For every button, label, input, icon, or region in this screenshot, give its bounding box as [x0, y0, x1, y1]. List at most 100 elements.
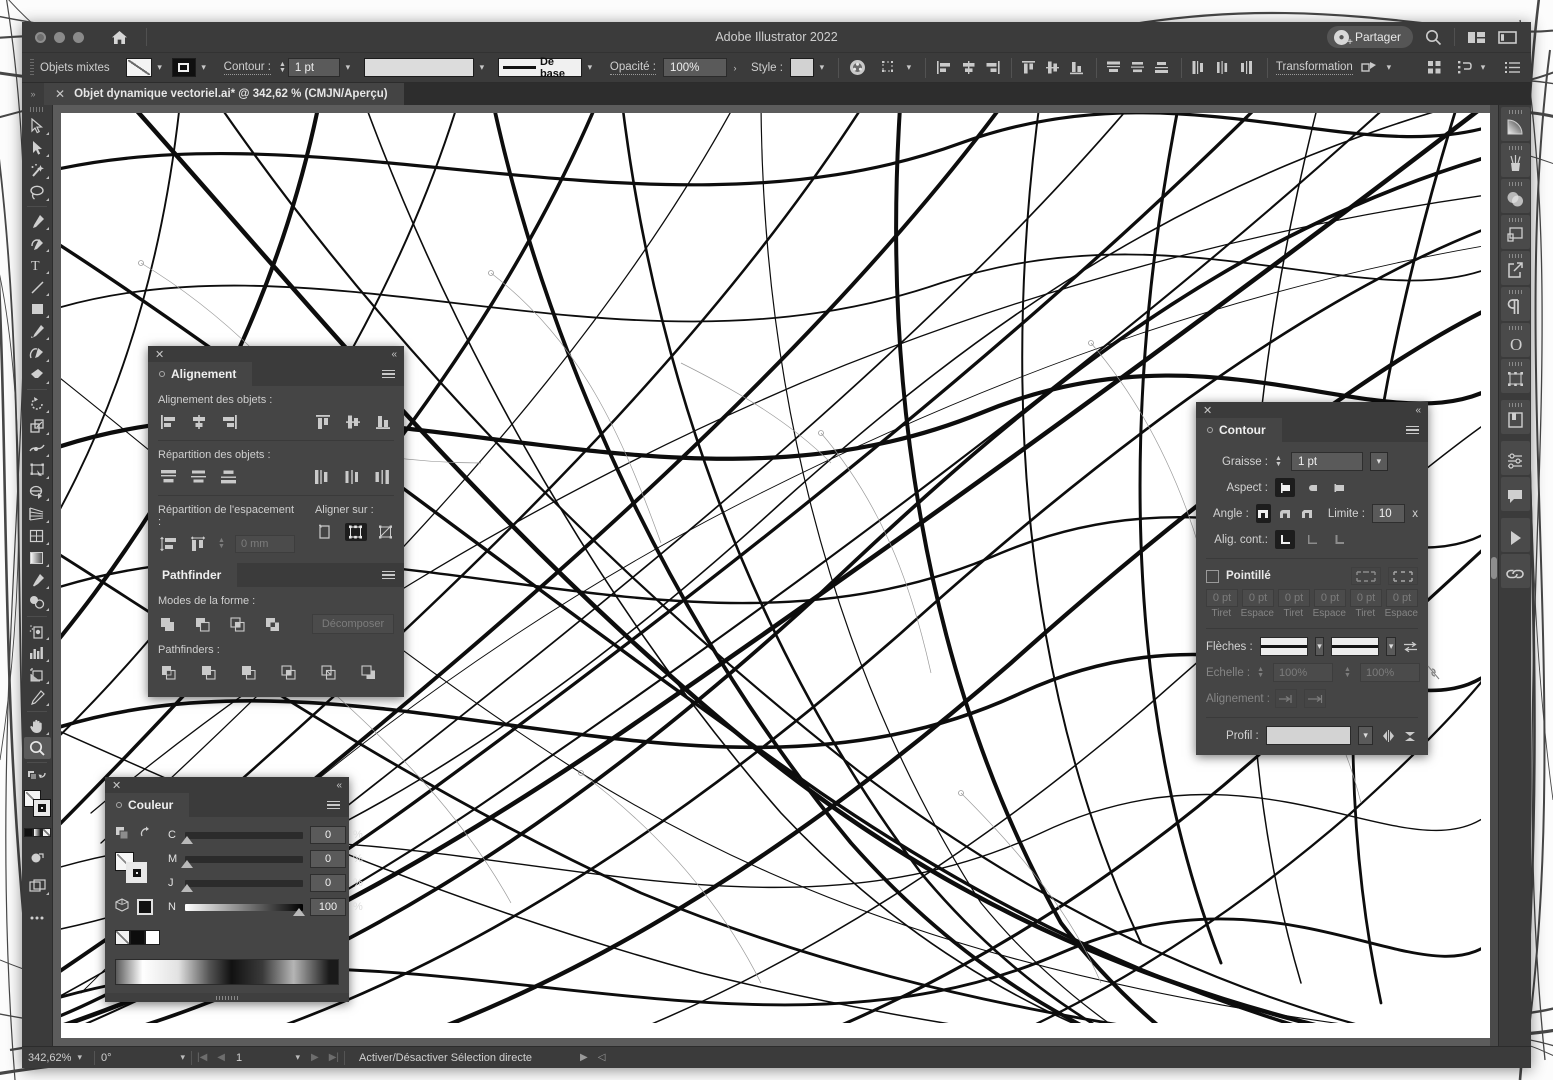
align-vertical-center-icon[interactable] — [1043, 57, 1065, 79]
close-icon[interactable]: ✕ — [112, 779, 121, 792]
slider-knob-n[interactable] — [293, 907, 305, 916]
profile-chevron-down-icon[interactable]: ▾ — [1357, 726, 1374, 745]
align-to-artboard-icon[interactable] — [375, 523, 397, 541]
trim-icon[interactable] — [198, 663, 220, 681]
slider-track-m[interactable] — [181, 855, 303, 868]
graphic-style-swatch[interactable] — [789, 58, 814, 77]
arrow-end-swatch[interactable] — [1331, 637, 1380, 656]
intersect-icon[interactable] — [228, 615, 249, 633]
value-c[interactable]: 0 — [310, 826, 346, 844]
dash-adjust-icon[interactable] — [1388, 567, 1418, 585]
arrange-objects-icon[interactable] — [1453, 57, 1475, 79]
home-icon[interactable] — [106, 26, 132, 48]
crop-icon[interactable] — [278, 663, 300, 681]
value-m[interactable]: 0 — [310, 850, 346, 868]
dash-field-5[interactable]: 0 pt — [1350, 589, 1382, 607]
scale-tool[interactable] — [24, 415, 51, 437]
scale-end-field[interactable]: 100% — [1359, 663, 1420, 682]
limit-field[interactable]: 10 — [1371, 504, 1406, 523]
tab-bar-expand-icon[interactable]: » — [22, 83, 44, 105]
scale-end-stepper[interactable]: ▲ ▼ — [1344, 666, 1351, 679]
arrow-start-swatch[interactable] — [1259, 637, 1308, 656]
transparency-panel-icon[interactable] — [1500, 179, 1530, 213]
properties-panel-icon[interactable] — [1500, 441, 1530, 475]
minus-front-icon[interactable] — [193, 615, 214, 633]
align-stroke-center-icon[interactable] — [1275, 530, 1295, 549]
slider-knob-m[interactable] — [181, 859, 193, 868]
slider-n[interactable]: N 100 % — [168, 898, 363, 916]
transform-chevron-down-icon[interactable]: ▾ — [1381, 58, 1397, 77]
close-icon[interactable]: ✕ — [1203, 404, 1212, 417]
color-swatch[interactable] — [23, 828, 33, 837]
merge-icon[interactable] — [238, 663, 260, 681]
expand-button[interactable]: Décomposer — [312, 614, 394, 634]
dash-field-6[interactable]: 0 pt — [1386, 589, 1418, 607]
rotation-field[interactable]: 0° ▾ — [95, 1047, 191, 1069]
collapse-icon[interactable]: « — [336, 780, 342, 791]
search-icon[interactable] — [1425, 29, 1442, 46]
weight-field[interactable]: 1 pt — [1290, 452, 1363, 471]
control-bar-grip[interactable] — [30, 58, 34, 77]
collapse-icon[interactable]: « — [391, 349, 397, 360]
panel-resize-grip[interactable] — [105, 993, 349, 1002]
tab-contour[interactable]: Contour — [1196, 418, 1282, 442]
opacity-field[interactable]: 100% — [662, 58, 727, 77]
distribute-bottom-icon[interactable] — [1152, 57, 1174, 79]
artboard-chevron-down-icon[interactable]: ▾ — [295, 1052, 300, 1063]
brushes-panel-icon[interactable] — [1500, 143, 1530, 177]
recolor-artwork-icon[interactable] — [847, 57, 869, 79]
pen-tool[interactable] — [24, 210, 51, 232]
link-scales-icon[interactable] — [1427, 664, 1440, 682]
dash-field-2[interactable]: 0 pt — [1242, 589, 1274, 607]
distribute-left-icon[interactable] — [1189, 57, 1211, 79]
vertical-scrollbar[interactable] — [1490, 105, 1498, 1046]
workspace-switcher-icon[interactable] — [1498, 30, 1517, 45]
spacing-stepper[interactable]: ▲ ▼ — [218, 537, 225, 550]
round-join-icon[interactable] — [1278, 504, 1293, 523]
screen-mode-icon[interactable] — [24, 875, 51, 897]
extend-arrow-beyond-end-icon[interactable] — [1275, 689, 1297, 708]
opacity-label[interactable]: Opacité : — [609, 61, 656, 75]
align-bottom-icon[interactable] — [1067, 57, 1089, 79]
black-color-swatch[interactable] — [137, 898, 153, 915]
stroke-color-swatch[interactable] — [126, 862, 147, 883]
arrow-end-chevron-down-icon[interactable]: ▾ — [1386, 637, 1396, 656]
libraries-panel-icon[interactable] — [1500, 400, 1530, 434]
hand-tool[interactable] — [24, 715, 51, 737]
play-icon[interactable]: ▶ — [575, 1052, 593, 1063]
cmyk-spectrum-ramp[interactable] — [115, 959, 339, 985]
fill-swatch[interactable] — [125, 58, 152, 77]
window-controls[interactable] — [22, 31, 84, 43]
uniform-width-profile-swatch[interactable] — [1265, 726, 1351, 745]
appearance-panel-icon[interactable] — [1500, 215, 1530, 249]
direct-selection-tool[interactable] — [24, 137, 51, 159]
flip-across-icon[interactable] — [1380, 727, 1395, 745]
fill-dropdown-chevron-down-icon[interactable]: ▾ — [152, 58, 168, 77]
projecting-cap-icon[interactable] — [1329, 478, 1349, 497]
status-message[interactable]: Activer/Désactiver Sélection directe — [345, 1047, 565, 1069]
arrange-documents-icon[interactable] — [1467, 30, 1486, 45]
transform-icon[interactable] — [1359, 57, 1381, 79]
share-button[interactable]: ● Partager — [1326, 26, 1413, 48]
lasso-tool[interactable] — [24, 181, 51, 203]
slice-tool[interactable] — [24, 686, 51, 708]
none-swatch[interactable] — [41, 828, 51, 837]
round-cap-icon[interactable] — [1302, 478, 1322, 497]
rectangle-tool[interactable] — [24, 298, 51, 320]
scale-start-field[interactable]: 100% — [1273, 663, 1334, 682]
gradient-panel-icon[interactable] — [1500, 107, 1530, 141]
align-to-key-object-icon[interactable] — [344, 523, 367, 541]
close-window-button[interactable] — [35, 31, 46, 43]
artboard-number-field[interactable]: 1 ▾ — [230, 1047, 306, 1069]
outline-icon[interactable] — [318, 663, 340, 681]
distribute-vertical-center-icon[interactable] — [1128, 57, 1150, 79]
divide-icon[interactable] — [158, 663, 180, 681]
first-artboard-icon[interactable]: |◀ — [192, 1052, 212, 1063]
distribute-horizontal-center-icon[interactable] — [342, 468, 364, 486]
dash-field-1[interactable]: 0 pt — [1206, 589, 1238, 607]
align-stroke-inside-icon[interactable] — [1302, 530, 1322, 549]
weight-chevron-down-icon[interactable]: ▾ — [1369, 452, 1388, 471]
butt-cap-icon[interactable] — [1275, 478, 1295, 497]
distribute-top-icon[interactable] — [158, 468, 180, 486]
shaper-tool[interactable] — [24, 342, 51, 364]
